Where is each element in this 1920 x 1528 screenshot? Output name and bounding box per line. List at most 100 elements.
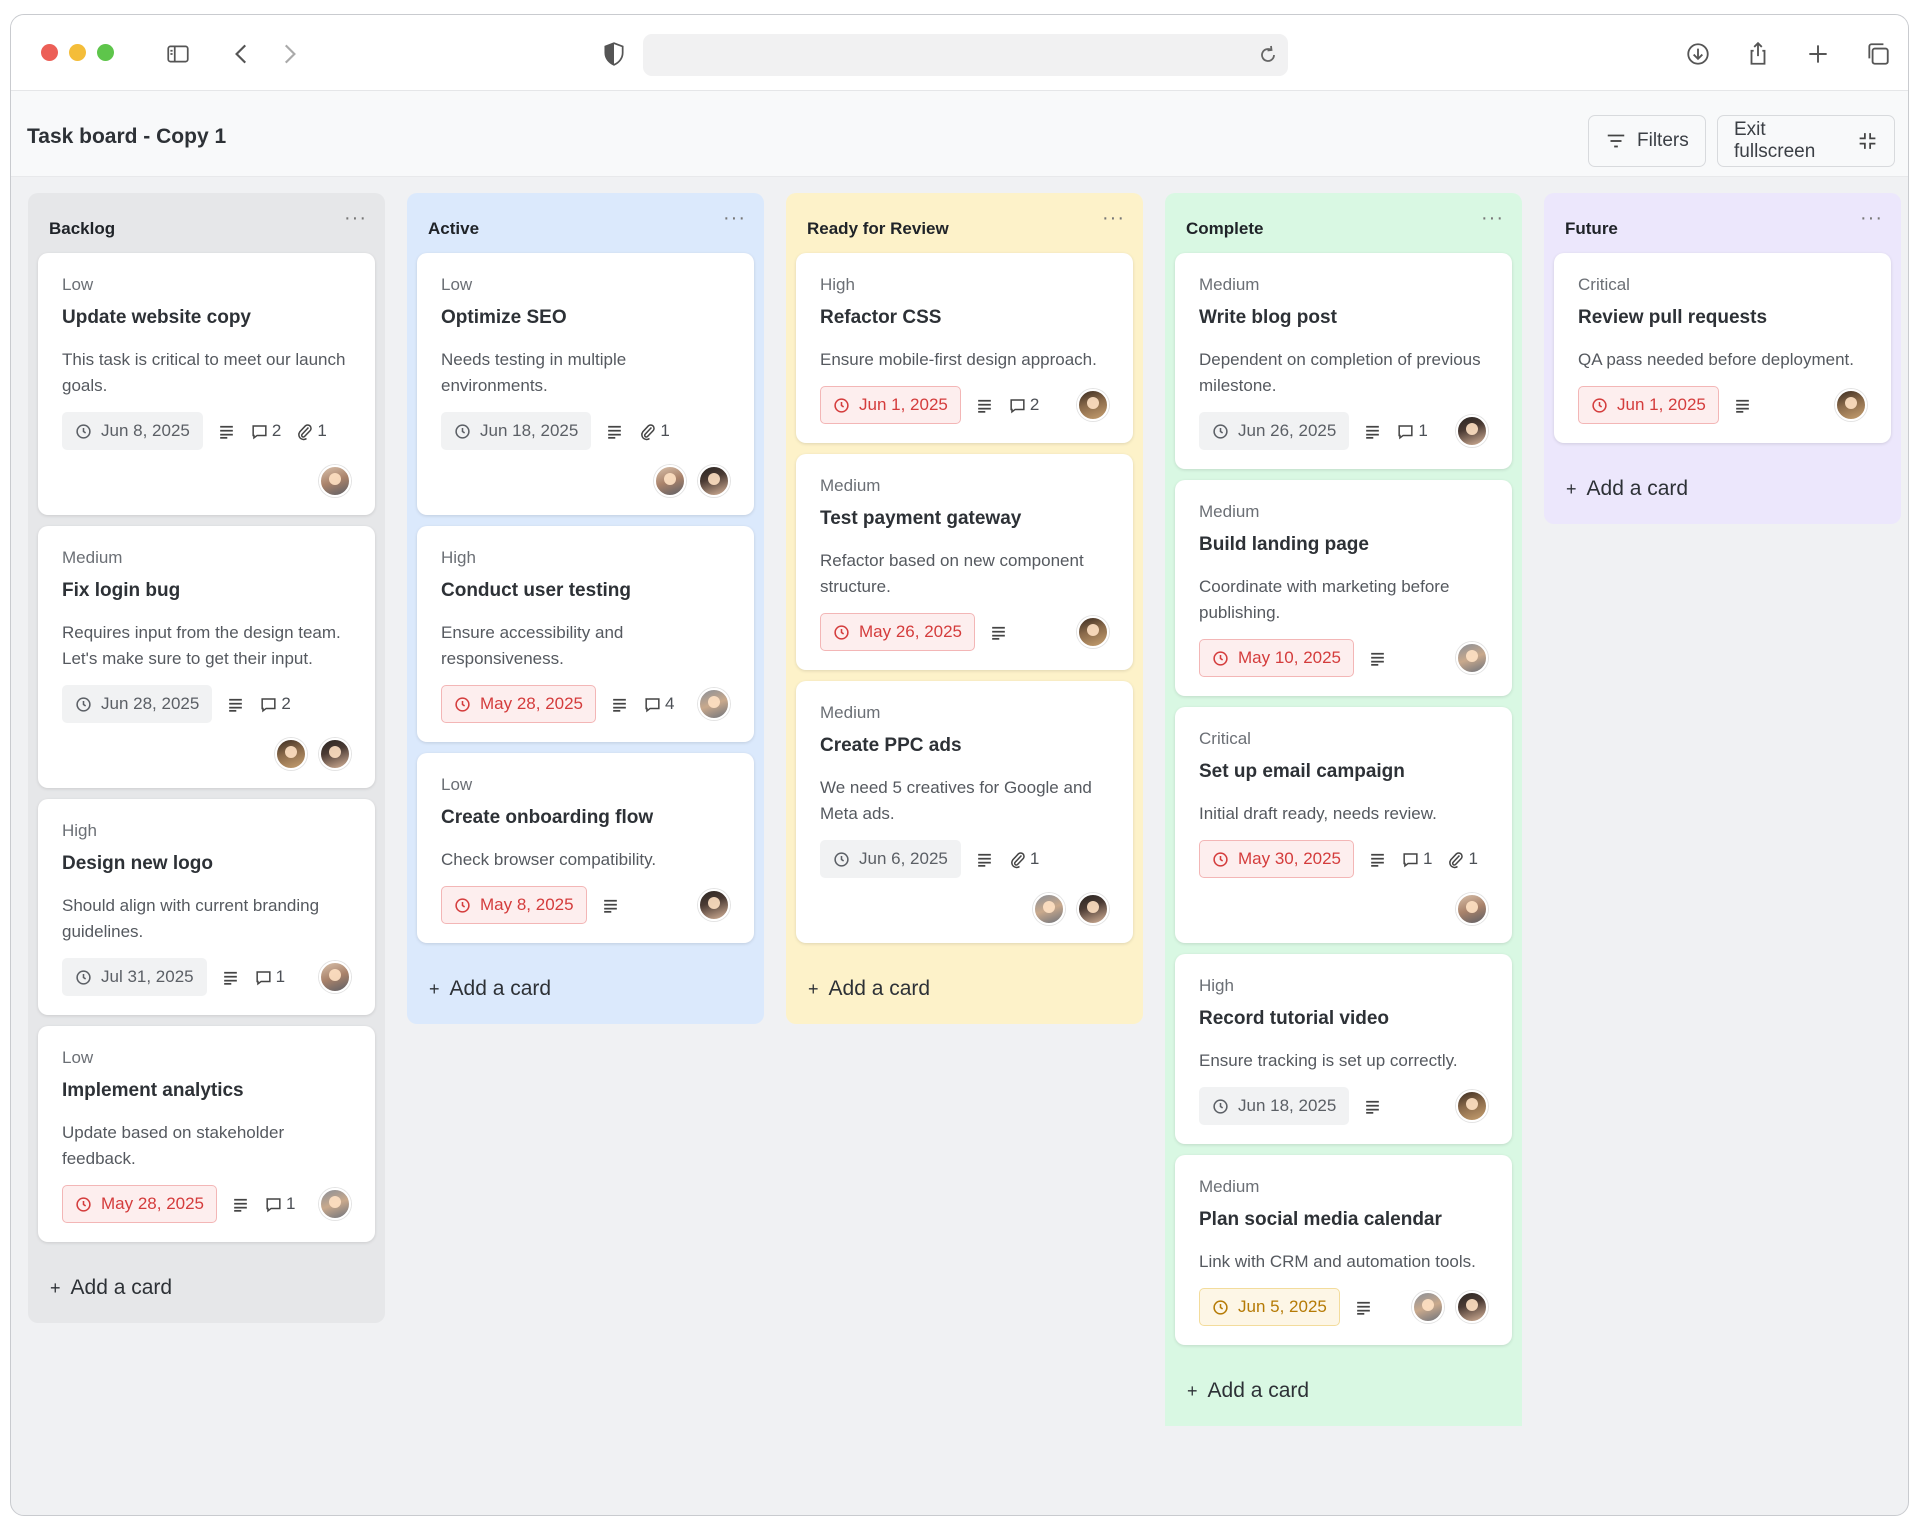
more-options-icon[interactable]: ··· xyxy=(344,207,367,230)
due-date-badge[interactable]: Jun 18, 2025 xyxy=(1199,1087,1350,1125)
task-card[interactable]: Medium Fix login bug Requires input from t… xyxy=(38,526,375,788)
add-card-label: Add a card xyxy=(449,977,552,1000)
avatar-bald-man[interactable] xyxy=(319,961,351,993)
task-card[interactable]: Low Update website copy This task is criti… xyxy=(38,253,375,515)
due-date-badge[interactable]: May 10, 2025 xyxy=(1199,639,1355,677)
task-card[interactable]: Medium Create PPC ads We need 5 creatives … xyxy=(796,681,1133,943)
add-card-button[interactable]: + Add a card xyxy=(38,1253,375,1323)
avatar-woman[interactable] xyxy=(1412,1291,1444,1323)
due-date-badge[interactable]: May 26, 2025 xyxy=(820,613,976,651)
avatar-curly-hair[interactable] xyxy=(1077,389,1109,421)
card-title: Review pull requests xyxy=(1578,307,1768,328)
exit-fullscreen-button[interactable]: Exit fullscreen xyxy=(1717,115,1895,167)
app-header: Task board - Copy 1 Filters Exit fullscr… xyxy=(11,91,1908,177)
task-card[interactable]: Critical Review pull requests QA pass need… xyxy=(1554,253,1891,443)
due-date-badge[interactable]: Jun 8, 2025 xyxy=(62,412,203,450)
task-card[interactable]: High Conduct user testing Ensure accessibi… xyxy=(417,526,754,742)
add-card-button[interactable]: + Add a card xyxy=(1175,1356,1512,1426)
due-date-badge[interactable]: Jun 1, 2025 xyxy=(1578,386,1719,424)
avatar-curly-hair[interactable] xyxy=(1835,389,1867,421)
description-icon xyxy=(223,971,237,985)
assignee-avatars xyxy=(1456,415,1488,447)
task-card[interactable]: High Design new logo Should align with cur… xyxy=(38,799,375,1015)
tab-overview-icon[interactable] xyxy=(1863,39,1893,69)
due-date-badge[interactable]: May 30, 2025 xyxy=(1199,840,1355,878)
avatar-dark-hair-man[interactable] xyxy=(698,889,730,921)
avatar-dark-hair-man[interactable] xyxy=(1456,1291,1488,1323)
avatar-curly-hair[interactable] xyxy=(1456,1090,1488,1122)
download-icon[interactable] xyxy=(1683,39,1713,69)
due-date-text: Jun 18, 2025 xyxy=(1238,1096,1337,1115)
due-date-badge[interactable]: Jul 31, 2025 xyxy=(62,958,207,996)
description-icon xyxy=(234,1198,247,1212)
due-date-badge[interactable]: Jun 5, 2025 xyxy=(1199,1288,1340,1326)
avatar-woman[interactable] xyxy=(1033,893,1065,925)
due-date-badge[interactable]: May 28, 2025 xyxy=(62,1185,218,1223)
due-date-badge[interactable]: Jun 1, 2025 xyxy=(820,386,961,424)
due-date-badge[interactable]: Jun 28, 2025 xyxy=(62,685,213,723)
collapse-icon xyxy=(1859,133,1876,149)
avatar-dark-hair-man[interactable] xyxy=(319,738,351,770)
task-card[interactable]: Medium Test payment gateway Refactor based… xyxy=(796,454,1133,670)
add-card-button[interactable]: + Add a card xyxy=(796,954,1133,1024)
avatar-dark-hair-man[interactable] xyxy=(1456,415,1488,447)
avatar-dark-hair-man[interactable] xyxy=(1077,893,1109,925)
assignee-avatars xyxy=(62,465,351,497)
avatar-curly-hair[interactable] xyxy=(275,738,307,770)
task-card[interactable]: Low Create onboarding flow Check browser c… xyxy=(417,753,754,943)
comment-icon xyxy=(1403,852,1418,867)
add-card-button[interactable]: + Add a card xyxy=(417,954,754,1024)
due-date-badge[interactable]: Jun 18, 2025 xyxy=(441,412,592,450)
sidebar-toggle-icon[interactable] xyxy=(163,39,193,69)
close-window-button[interactable] xyxy=(41,44,58,61)
add-card-button[interactable]: + Add a card xyxy=(1554,454,1891,524)
new-tab-icon[interactable] xyxy=(1803,39,1833,69)
more-options-icon[interactable]: ··· xyxy=(1481,207,1504,230)
due-date-badge[interactable]: Jun 26, 2025 xyxy=(1199,412,1350,450)
more-options-icon[interactable]: ··· xyxy=(1102,207,1125,230)
address-bar[interactable] xyxy=(643,34,1288,76)
attachment-count: 1 xyxy=(638,421,670,441)
zoom-window-button[interactable] xyxy=(97,44,114,61)
forward-icon[interactable] xyxy=(274,39,304,69)
more-options-icon[interactable]: ··· xyxy=(723,207,746,230)
exit-fullscreen-label: Exit fullscreen xyxy=(1734,119,1816,162)
description-icon xyxy=(1371,853,1384,867)
due-date-badge[interactable]: Jun 6, 2025 xyxy=(820,840,961,878)
avatar-woman[interactable] xyxy=(1456,642,1488,674)
avatar-bald-man[interactable] xyxy=(654,465,686,497)
assignee-avatars xyxy=(62,738,351,770)
filters-button[interactable]: Filters xyxy=(1588,115,1706,167)
task-card[interactable]: Low Implement analytics Update based on st… xyxy=(38,1026,375,1242)
task-card[interactable]: Low Optimize SEO Needs testing in multiple… xyxy=(417,253,754,515)
card-description: Initial draft ready, needs review. xyxy=(1199,804,1437,823)
clock-icon xyxy=(76,696,91,712)
share-icon[interactable] xyxy=(1743,39,1773,69)
comment-count: 1 xyxy=(254,967,285,987)
task-card[interactable]: Medium Write blog post Dependent on comple… xyxy=(1175,253,1512,469)
task-card[interactable]: High Record tutorial video Ensure tracking… xyxy=(1175,954,1512,1144)
avatar-dark-hair-man[interactable] xyxy=(698,465,730,497)
task-card[interactable]: High Refactor CSS Ensure mobile-first desi… xyxy=(796,253,1133,443)
minimize-window-button[interactable] xyxy=(69,44,86,61)
avatar-curly-hair[interactable] xyxy=(1077,616,1109,648)
task-card[interactable]: Medium Build landing page Coordinate with … xyxy=(1175,480,1512,696)
avatar-bald-man[interactable] xyxy=(1456,893,1488,925)
reload-icon[interactable] xyxy=(1256,43,1280,67)
more-options-icon[interactable]: ··· xyxy=(1860,207,1883,230)
due-date-badge[interactable]: May 8, 2025 xyxy=(441,886,587,924)
task-card[interactable]: Critical Set up email campaign Initial dra… xyxy=(1175,707,1512,943)
clock-icon xyxy=(76,969,91,985)
task-card[interactable]: Medium Plan social media calendar Link wit… xyxy=(1175,1155,1512,1345)
due-date-badge[interactable]: May 28, 2025 xyxy=(441,685,597,723)
add-card-label: Add a card xyxy=(828,977,931,1000)
comment-count: 1 xyxy=(1401,849,1432,869)
avatar-bald-man[interactable] xyxy=(319,465,351,497)
back-icon[interactable] xyxy=(227,39,257,69)
clock-icon xyxy=(1213,851,1228,867)
card-title: Create onboarding flow xyxy=(441,807,654,828)
privacy-shield-icon[interactable] xyxy=(599,39,629,69)
due-date-text: Jun 8, 2025 xyxy=(101,421,190,440)
avatar-woman[interactable] xyxy=(319,1188,351,1220)
avatar-woman[interactable] xyxy=(698,688,730,720)
